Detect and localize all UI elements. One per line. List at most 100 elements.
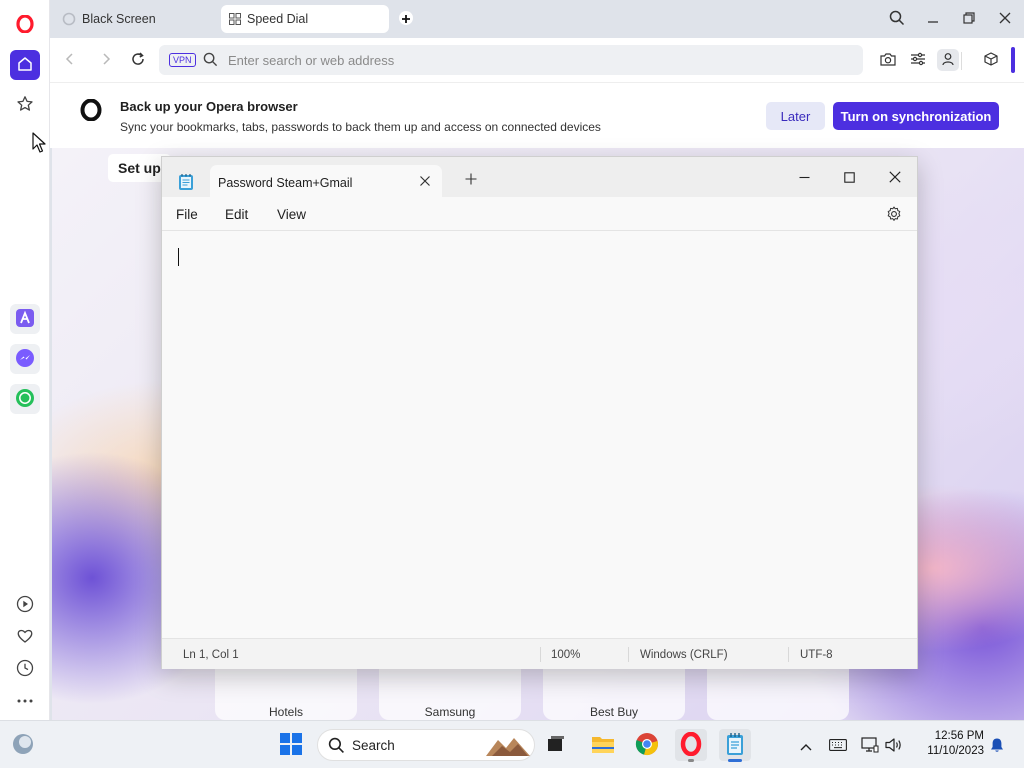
clock-time: 12:56 PM	[934, 730, 984, 742]
opera-taskbar-button[interactable]	[675, 729, 707, 761]
volume-button[interactable]	[883, 735, 905, 757]
sidebar-toggle-indicator[interactable]	[1011, 47, 1015, 73]
notepad-icon	[725, 732, 745, 759]
menu-file[interactable]: File	[176, 207, 198, 222]
opera-menu-button[interactable]	[10, 10, 40, 40]
search-icon	[889, 10, 905, 29]
sidebar-home-button[interactable]	[10, 50, 40, 80]
sidebar-more-button[interactable]	[10, 684, 40, 714]
notepad-title-bar[interactable]: Password Steam+Gmail	[162, 157, 917, 197]
minimize-button[interactable]	[922, 8, 944, 30]
close-icon[interactable]	[419, 175, 431, 190]
cube-icon	[984, 51, 998, 69]
network-button[interactable]	[859, 735, 881, 757]
sidebar-whatsapp-button[interactable]	[10, 384, 40, 414]
sidebar-history-button[interactable]	[10, 654, 40, 684]
speed-dial-tile[interactable]	[707, 668, 849, 720]
chrome-button[interactable]	[631, 729, 663, 761]
account-button[interactable]	[937, 49, 959, 71]
gear-icon[interactable]	[886, 206, 902, 225]
turn-on-sync-button[interactable]: Turn on synchronization	[833, 102, 999, 130]
system-clock[interactable]: 12:56 PM 11/10/2023	[912, 729, 984, 759]
chevron-right-icon	[101, 52, 111, 68]
back-button[interactable]	[60, 50, 80, 70]
notepad-minimize-button[interactable]	[789, 163, 819, 193]
easy-setup-button[interactable]	[907, 49, 929, 71]
banner-subtitle: Sync your bookmarks, tabs, passwords to …	[120, 120, 601, 134]
tab-search-button[interactable]	[886, 8, 908, 30]
sidebar-bookmarks-button[interactable]	[10, 90, 40, 120]
line-ending[interactable]: Windows (CRLF)	[640, 649, 728, 661]
notepad-taskbar-button[interactable]	[719, 729, 751, 761]
banner-title: Back up your Opera browser	[120, 99, 298, 114]
speed-dial-tile-label: Hotels	[268, 705, 303, 719]
aria-icon	[15, 308, 35, 331]
chrome-icon	[635, 732, 659, 759]
cursor-position: Ln 1, Col 1	[183, 649, 239, 661]
zoom-level[interactable]: 100%	[551, 649, 580, 661]
tab-label: Speed Dial	[247, 12, 309, 26]
play-circle-icon	[16, 595, 34, 616]
clock-icon	[16, 659, 34, 680]
notepad-status-bar: Ln 1, Col 1 100% Windows (CRLF) UTF-8	[162, 638, 917, 669]
vpn-badge[interactable]: VPN	[169, 53, 196, 67]
notepad-text-area[interactable]	[162, 232, 917, 638]
tab-speed-dial[interactable]: Speed Dial	[221, 5, 389, 33]
sliders-icon	[910, 52, 926, 69]
task-view-button[interactable]	[540, 729, 572, 761]
speed-dial-tile-label: Best Buy	[589, 705, 639, 719]
speaker-icon	[885, 737, 903, 756]
restore-button[interactable]	[958, 8, 980, 30]
camera-icon	[880, 52, 896, 69]
search-icon	[328, 737, 345, 757]
home-icon	[17, 56, 33, 75]
snapshot-button[interactable]	[877, 49, 899, 71]
opera-logo-icon	[80, 98, 102, 124]
sidebar-personal-news-button[interactable]	[10, 622, 40, 652]
close-button[interactable]	[994, 8, 1016, 30]
task-view-icon	[546, 734, 566, 757]
tab-black-screen[interactable]: Black Screen	[54, 5, 218, 33]
toolbar-divider	[961, 52, 962, 70]
reload-button[interactable]	[128, 50, 148, 70]
notepad-close-button[interactable]	[880, 163, 910, 193]
notepad-tab-title: Password Steam+Gmail	[218, 176, 353, 190]
new-tab-button[interactable]	[399, 11, 413, 25]
folder-icon	[591, 734, 615, 757]
notepad-window: Password Steam+Gmail File Edit View Ln 1…	[161, 156, 918, 669]
messenger-icon	[15, 348, 35, 371]
later-button[interactable]: Later	[766, 102, 825, 130]
notepad-tab[interactable]: Password Steam+Gmail	[210, 165, 442, 197]
status-divider	[788, 647, 789, 662]
sidebar-messenger-button[interactable]	[10, 344, 40, 374]
widgets-button[interactable]	[6, 729, 40, 761]
encoding[interactable]: UTF-8	[800, 649, 833, 661]
heart-icon	[16, 627, 34, 648]
forward-button[interactable]	[96, 50, 116, 70]
notepad-maximize-button[interactable]	[834, 163, 864, 193]
extensions-button[interactable]	[980, 49, 1002, 71]
running-indicator	[688, 759, 694, 762]
opera-sidebar	[0, 0, 50, 720]
menu-view[interactable]: View	[277, 207, 306, 222]
windows-logo-icon	[280, 732, 302, 758]
show-hidden-icons-button[interactable]	[795, 735, 817, 757]
sidebar-player-button[interactable]	[10, 590, 40, 620]
url-input[interactable]	[228, 50, 828, 70]
search-highlight-icon	[484, 734, 532, 761]
minimize-icon	[927, 12, 939, 27]
windows-taskbar: Search 12:56 PM 11/10/2023	[0, 720, 1024, 768]
file-explorer-button[interactable]	[587, 729, 619, 761]
taskbar-search-box[interactable]: Search	[317, 729, 535, 761]
start-button[interactable]	[275, 729, 307, 761]
plus-icon[interactable]	[465, 173, 477, 188]
search-icon	[203, 52, 218, 70]
tab-strip: Black Screen Speed Dial	[50, 0, 1024, 38]
notepad-app-icon	[178, 173, 194, 194]
status-divider	[628, 647, 629, 662]
sidebar-aria-button[interactable]	[10, 304, 40, 334]
opera-logo-icon	[680, 731, 702, 759]
notifications-button[interactable]	[986, 735, 1008, 757]
keyboard-button[interactable]	[827, 735, 849, 757]
menu-edit[interactable]: Edit	[225, 207, 248, 222]
